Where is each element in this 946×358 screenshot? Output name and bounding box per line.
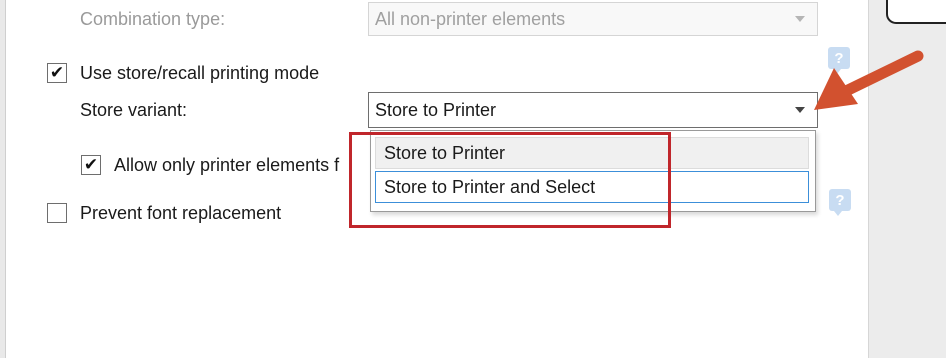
store-variant-select[interactable]: Store to Printer	[368, 92, 818, 128]
prevent-font-replacement-label: Prevent font replacement	[80, 203, 282, 223]
combination-type-value: All non-printer elements	[375, 8, 566, 29]
combination-type-label: Combination type:	[80, 9, 226, 29]
dropdown-option-store-to-printer-and-select[interactable]: Store to Printer and Select	[375, 171, 809, 203]
store-recall-checkbox[interactable]: ✔	[47, 63, 67, 83]
prevent-font-replacement-checkbox[interactable]	[47, 203, 67, 223]
combination-type-select[interactable]: All non-printer elements	[368, 2, 818, 36]
store-variant-value: Store to Printer	[375, 99, 497, 120]
right-panel-card	[886, 0, 946, 24]
checkmark-icon: ✔	[49, 62, 65, 83]
chevron-down-icon	[795, 16, 805, 22]
checkmark-icon: ✔	[83, 154, 99, 175]
help-icon[interactable]: ?	[829, 189, 851, 216]
store-recall-label: Use store/recall printing mode	[80, 63, 320, 83]
dropdown-option-store-to-printer[interactable]: Store to Printer	[375, 137, 809, 169]
store-variant-dropdown-list: Store to Printer Store to Printer and Se…	[370, 130, 816, 212]
allow-only-printer-elements-checkbox[interactable]: ✔	[81, 155, 101, 175]
allow-only-printer-elements-label: Allow only printer elements f	[114, 155, 340, 175]
chevron-down-icon	[795, 107, 805, 113]
store-variant-label: Store variant:	[80, 100, 188, 120]
arrow-icon	[814, 50, 924, 110]
